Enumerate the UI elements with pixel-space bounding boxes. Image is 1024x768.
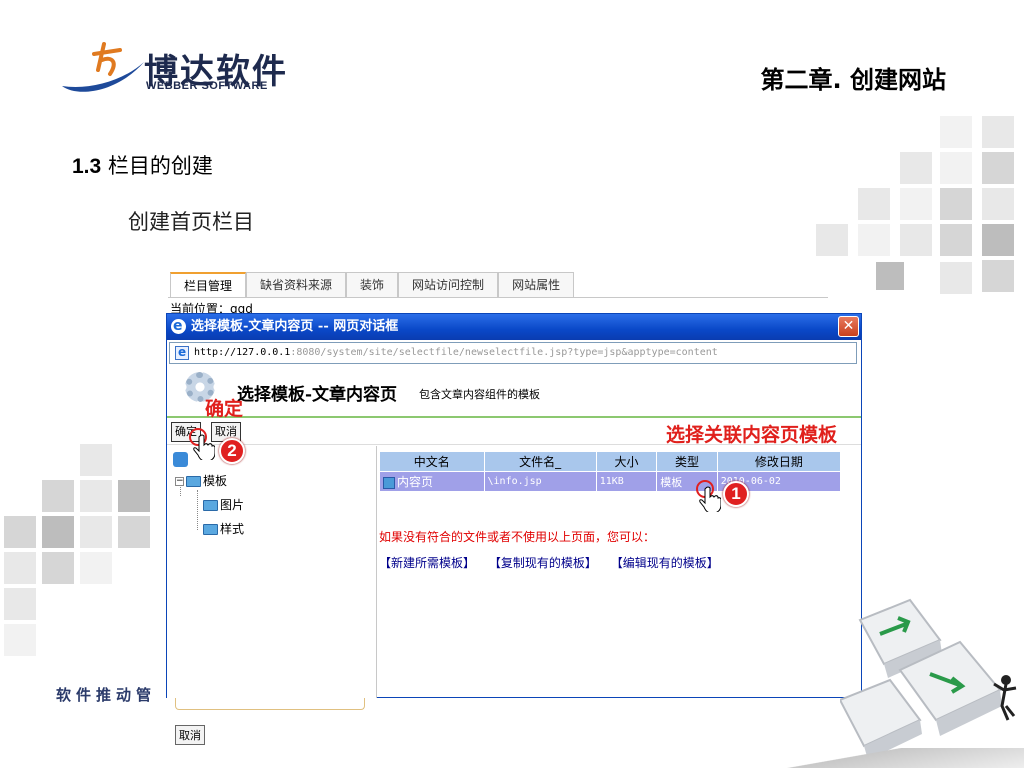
tree-guide-line xyxy=(197,490,198,530)
template-file-table: 中文名 文件名_ 大小 类型 修改日期 内容页 \info.jsp 11KB 模… xyxy=(379,451,842,492)
folder-icon xyxy=(203,524,218,535)
globe-icon xyxy=(173,452,188,467)
column-header-type[interactable]: 类型 xyxy=(656,451,718,472)
decor-square xyxy=(940,152,972,184)
decor-square xyxy=(42,480,74,512)
column-header-size[interactable]: 大小 xyxy=(595,451,658,472)
new-template-link[interactable]: 【新建所需模板】 xyxy=(379,556,475,570)
decor-square xyxy=(940,224,972,256)
address-host: http://127.0.0.1 xyxy=(194,347,291,358)
decor-square xyxy=(80,552,112,584)
decor-square xyxy=(940,188,972,220)
cell-size: 11KB xyxy=(595,471,658,492)
edit-template-link[interactable]: 【编辑现有的模板】 xyxy=(611,556,719,570)
logo-swoosh-icon xyxy=(62,42,144,92)
decor-square xyxy=(876,262,904,290)
chapter-title: 第二章. 创建网站 xyxy=(760,66,946,94)
no-match-notice: 如果没有符合的文件或者不使用以上页面，您可以： xyxy=(379,530,656,544)
header-description: 包含文章内容组件的模板 xyxy=(419,388,540,401)
dialog-title: 选择模板-文章内容页 -- 网页对话框 xyxy=(191,319,399,334)
ie-icon xyxy=(171,313,186,339)
decor-square xyxy=(80,444,112,476)
folder-icon xyxy=(186,476,201,487)
decor-square xyxy=(858,224,890,256)
column-header-filename[interactable]: 文件名_ xyxy=(483,451,597,472)
copy-template-link[interactable]: 【复制现有的模板】 xyxy=(489,556,597,570)
decor-square xyxy=(982,224,1014,256)
action-links: 【新建所需模板】 【复制现有的模板】 【编辑现有的模板】 xyxy=(379,554,729,571)
hand-cursor-icon xyxy=(699,486,722,514)
footer-slogan: 软件推动管 xyxy=(56,686,157,704)
file-icon xyxy=(383,476,395,489)
address-path: :8080/system/site/selectfile/newselectfi… xyxy=(290,347,718,358)
step-badge-2: 2 xyxy=(219,438,245,464)
tab-default-source[interactable]: 缺省资料来源 xyxy=(246,272,347,297)
collapse-icon[interactable]: − xyxy=(175,477,184,486)
tab-column-management[interactable]: 栏目管理 xyxy=(170,272,247,297)
tree-label: 图片 xyxy=(220,498,245,512)
dialog-title-bar: 选择模板-文章内容页 -- 网页对话框 ✕ xyxy=(167,313,861,340)
column-header-name[interactable]: 中文名 xyxy=(379,451,485,472)
section-title: 栏目的创建 xyxy=(107,154,213,178)
decor-square xyxy=(940,116,972,148)
tab-bar: 栏目管理 缺省资料来源 装饰 网站访问控制 网站属性 xyxy=(170,272,575,297)
address-bar: http://127.0.0.1:8080/system/site/select… xyxy=(169,342,857,364)
keyboard-keys-illustration xyxy=(840,598,1017,760)
select-template-annotation: 选择关联内容页模板 xyxy=(665,424,837,446)
decor-square xyxy=(118,480,150,512)
company-logo: 博达软件 WEBBER SOFTWARE xyxy=(58,36,298,98)
decor-square xyxy=(982,188,1014,220)
decor-square xyxy=(118,516,150,548)
decor-square xyxy=(900,152,932,184)
decor-square xyxy=(982,152,1014,184)
decor-square xyxy=(42,552,74,584)
section-heading: 1.3 栏目的创建 xyxy=(72,150,213,180)
decor-square xyxy=(42,516,74,548)
table-row[interactable]: 内容页 \info.jsp 11KB 模板 2010-06-02 xyxy=(379,471,842,492)
cell-name: 内容页 xyxy=(379,471,485,492)
tree-item-template[interactable]: − 模板 xyxy=(175,472,227,489)
decor-square xyxy=(982,260,1014,292)
tree-item-images[interactable]: 图片 xyxy=(203,496,244,513)
decor-square xyxy=(858,188,890,220)
decor-square xyxy=(4,624,36,656)
tree-label: 模板 xyxy=(203,474,228,488)
close-button[interactable]: ✕ xyxy=(838,316,859,337)
header-title: 选择模板-文章内容页 xyxy=(237,385,398,405)
tab-divider xyxy=(168,297,828,298)
cell-name-text: 内容页 xyxy=(397,475,434,489)
tab-decoration[interactable]: 装饰 xyxy=(346,272,399,297)
slide-subtitle: 创建首页栏目 xyxy=(128,210,254,234)
section-number: 1.3 xyxy=(72,155,102,178)
background-panel-edge xyxy=(175,696,365,710)
decor-square xyxy=(816,224,848,256)
tab-site-properties[interactable]: 网站属性 xyxy=(498,272,575,297)
decor-square xyxy=(982,116,1014,148)
tab-access-control[interactable]: 网站访问控制 xyxy=(398,272,499,297)
decor-square xyxy=(900,224,932,256)
cell-filename: \info.jsp xyxy=(483,471,597,492)
step-badge-1: 1 xyxy=(723,481,749,507)
floor-shadow xyxy=(740,748,1024,768)
column-header-modified[interactable]: 修改日期 xyxy=(716,451,842,472)
folder-icon xyxy=(203,500,218,511)
confirm-annotation: 确定 xyxy=(205,398,244,420)
decor-square xyxy=(80,480,112,512)
background-cancel-button[interactable]: 取消 xyxy=(175,725,205,745)
decor-square xyxy=(4,552,36,584)
tree-item-styles[interactable]: 样式 xyxy=(203,520,244,537)
decor-square xyxy=(900,188,932,220)
hand-cursor-icon xyxy=(193,434,216,462)
select-template-dialog: 选择模板-文章内容页 -- 网页对话框 ✕ http://127.0.0.1:8… xyxy=(166,313,862,698)
logo-english-text: WEBBER SOFTWARE xyxy=(146,80,268,92)
tree-label: 样式 xyxy=(220,522,245,536)
decor-square xyxy=(80,516,112,548)
decor-square xyxy=(940,262,972,294)
decor-square xyxy=(4,588,36,620)
page-icon xyxy=(175,343,189,362)
decor-square xyxy=(4,516,36,548)
